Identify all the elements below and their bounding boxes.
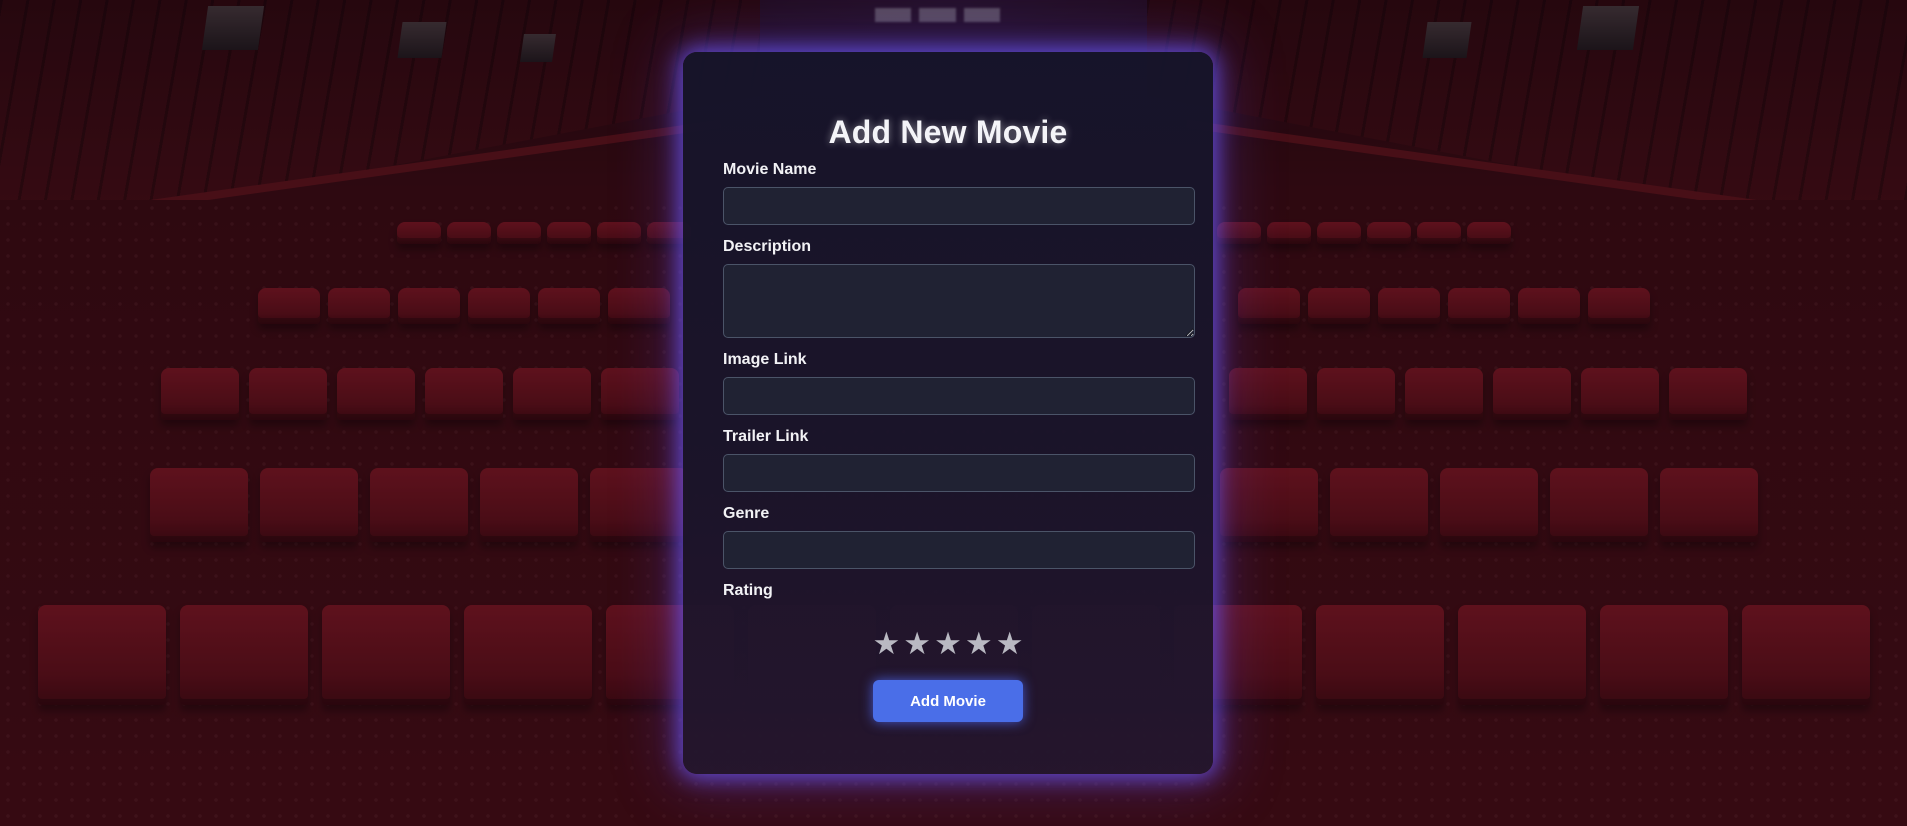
- rating-stars: ★ ★ ★ ★ ★: [723, 626, 1173, 662]
- movie-name-input[interactable]: [723, 187, 1195, 225]
- star-icon[interactable]: ★: [903, 626, 931, 662]
- genre-label: Genre: [723, 505, 770, 522]
- add-movie-button[interactable]: Add Movie: [873, 680, 1023, 722]
- trailer-link-input[interactable]: [723, 454, 1195, 492]
- star-icon[interactable]: ★: [873, 626, 901, 662]
- star-icon[interactable]: ★: [965, 626, 993, 662]
- description-textarea[interactable]: [723, 264, 1195, 338]
- add-movie-card: Add New Movie Movie Name Description Ima…: [683, 52, 1213, 774]
- movie-name-label: Movie Name: [723, 161, 817, 178]
- image-link-input[interactable]: [723, 377, 1195, 415]
- trailer-link-label: Trailer Link: [723, 428, 809, 445]
- description-label: Description: [723, 238, 812, 255]
- image-link-label: Image Link: [723, 351, 807, 368]
- rating-label: Rating: [723, 582, 773, 599]
- genre-input[interactable]: [723, 531, 1195, 569]
- star-icon[interactable]: ★: [934, 626, 962, 662]
- submit-row: Add Movie: [723, 680, 1173, 722]
- star-icon[interactable]: ★: [996, 626, 1024, 662]
- form-title: Add New Movie: [828, 114, 1068, 150]
